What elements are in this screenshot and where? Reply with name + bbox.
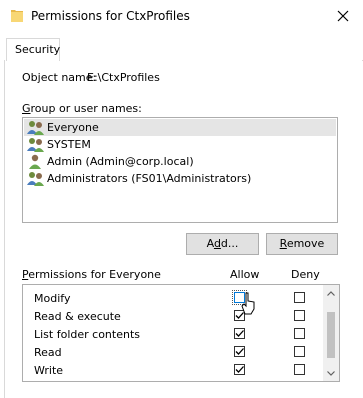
group-icon (27, 137, 45, 152)
user-icon (27, 154, 45, 169)
close-icon (337, 10, 349, 22)
permissions-label: Permissions for Everyone (22, 268, 161, 281)
permission-label: Read & execute (34, 310, 121, 323)
check-icon (235, 330, 244, 337)
deny-checkbox-write[interactable] (294, 364, 305, 375)
group-icon (27, 120, 45, 135)
folder-icon (11, 8, 23, 22)
group-label-accesskey: G (22, 102, 31, 115)
title-bar: Permissions for CtxProfiles (0, 0, 363, 34)
permission-row-read-execute: Read & execute (23, 307, 323, 325)
check-icon (235, 366, 244, 373)
permissions-scrollbar[interactable] (323, 285, 339, 381)
deny-checkbox-modify[interactable] (294, 292, 305, 303)
permissions-list[interactable]: Modify Read & execute List folder conten… (22, 284, 340, 382)
close-button[interactable] (330, 5, 356, 27)
permission-row-write: Write (23, 361, 323, 379)
group-icon (27, 171, 45, 186)
object-name-value: E:\CtxProfiles (87, 71, 160, 84)
permission-row-read: Read (23, 343, 323, 361)
allow-checkbox-write[interactable] (234, 364, 245, 375)
list-item-administrators[interactable]: Administrators (FS01\Administrators) (24, 170, 336, 187)
group-label-rest: roup or user names: (30, 102, 142, 115)
user-list[interactable]: Everyone SYSTEM Admin (Admin@corp.local)… (22, 117, 338, 223)
permission-label: Write (34, 364, 64, 377)
permission-row-modify: Modify (23, 289, 323, 307)
list-item-admin[interactable]: Admin (Admin@corp.local) (24, 153, 336, 170)
scroll-thumb[interactable] (327, 312, 335, 358)
permissions-label-rest: ermissions for Everyone (28, 268, 161, 281)
list-item-label: SYSTEM (47, 138, 91, 151)
add-button-label-post: d... (220, 237, 239, 250)
mouse-cursor-icon (241, 292, 257, 316)
tab-security[interactable]: Security (6, 38, 60, 61)
add-button-accesskey: d (213, 237, 221, 250)
add-button-label-pre: A (206, 237, 214, 250)
list-item-label: Everyone (47, 121, 99, 134)
chevron-up-icon (327, 290, 335, 296)
remove-button-label: emove (286, 237, 325, 250)
deny-checkbox-read-execute[interactable] (294, 310, 305, 321)
group-list-label: Group or user names: (22, 102, 142, 115)
deny-column-header: Deny (291, 268, 320, 281)
remove-button[interactable]: Remove (266, 233, 338, 255)
allow-checkbox-read[interactable] (234, 346, 245, 357)
deny-checkbox-list-folder-contents[interactable] (294, 328, 305, 339)
tab-security-label: Security (15, 43, 61, 56)
allow-checkbox-list-folder-contents[interactable] (234, 328, 245, 339)
permission-label: Read (34, 346, 62, 359)
scroll-up-button[interactable] (323, 285, 339, 301)
permission-label: List folder contents (34, 328, 140, 341)
list-item-label: Administrators (FS01\Administrators) (47, 172, 252, 185)
scroll-down-button[interactable] (323, 365, 339, 381)
permission-label: Modify (34, 292, 71, 305)
list-item-everyone[interactable]: Everyone (24, 119, 336, 136)
deny-checkbox-read[interactable] (294, 346, 305, 357)
list-item-label: Admin (Admin@corp.local) (47, 155, 194, 168)
window-title: Permissions for CtxProfiles (31, 9, 190, 23)
check-icon (235, 348, 244, 355)
add-button[interactable]: Add... (186, 233, 259, 255)
chevron-down-icon (327, 370, 335, 376)
permission-row-list-folder-contents: List folder contents (23, 325, 323, 343)
list-item-system[interactable]: SYSTEM (24, 136, 336, 153)
object-name-label: Object name: (22, 71, 97, 84)
allow-column-header: Allow (230, 268, 260, 281)
remove-button-accesskey: R (279, 237, 287, 250)
